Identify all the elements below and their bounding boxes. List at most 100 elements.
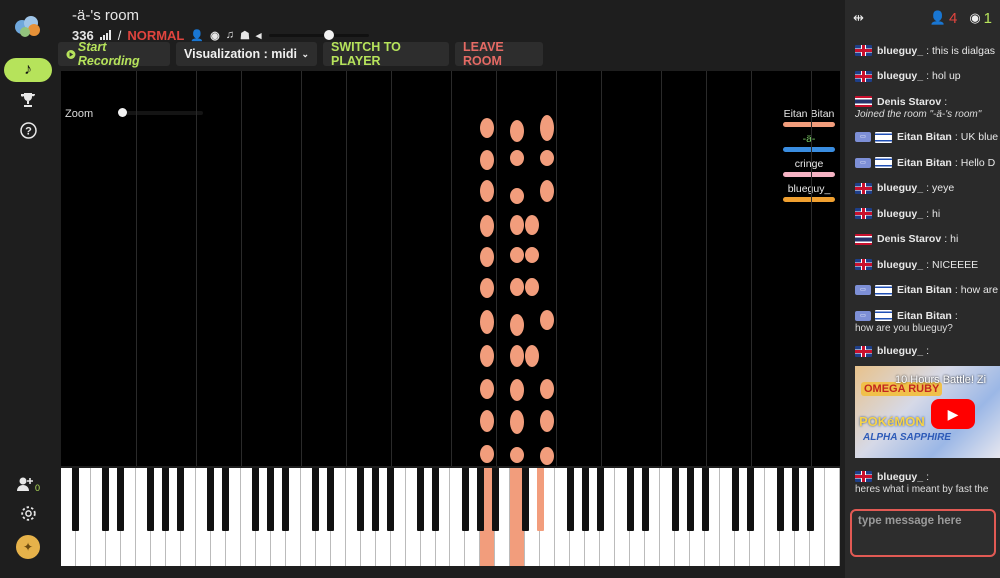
black-key[interactable]: [222, 468, 230, 531]
black-key[interactable]: [476, 468, 484, 531]
black-key[interactable]: [327, 468, 335, 531]
black-key[interactable]: [282, 468, 290, 531]
black-key[interactable]: [387, 468, 395, 531]
black-key[interactable]: [357, 468, 365, 531]
black-key[interactable]: [417, 468, 425, 531]
visualization-select[interactable]: Visualization : midi ⌄: [176, 42, 317, 66]
chat-message: ▭ Eitan Bitan: Hello D: [845, 150, 1000, 176]
chat-separator: :: [926, 258, 930, 271]
supporter-badge-icon: ▭: [855, 132, 871, 143]
black-key[interactable]: [461, 468, 469, 531]
grid-line: [496, 71, 497, 466]
black-key[interactable]: [776, 468, 784, 531]
volume-icon: ◂: [255, 29, 262, 42]
chat-username[interactable]: blueguy_: [877, 345, 923, 357]
chat-username[interactable]: Eitan Bitan: [897, 284, 952, 296]
midi-note: [480, 278, 494, 298]
black-key[interactable]: [207, 468, 215, 531]
zoom-slider[interactable]: [119, 111, 203, 115]
zoom-slider-handle[interactable]: [118, 108, 127, 117]
midi-note: [510, 314, 524, 336]
black-key[interactable]: [162, 468, 170, 531]
black-key[interactable]: [252, 468, 260, 531]
piano-keyboard[interactable]: [61, 468, 840, 566]
chat-username[interactable]: blueguy_: [877, 182, 923, 194]
chat-message: blueguy_: hol up: [845, 64, 1000, 90]
start-recording-label: Start Recording: [77, 40, 140, 68]
chat-separator: :: [926, 182, 930, 195]
chat-username[interactable]: Denis Starov: [877, 96, 941, 108]
leave-room-button[interactable]: LEAVE ROOM: [455, 40, 543, 68]
black-key[interactable]: [566, 468, 574, 531]
piano-icon[interactable]: ☗: [240, 29, 250, 42]
grid-line: [661, 71, 662, 466]
black-key[interactable]: [117, 468, 125, 531]
friends-button[interactable]: 0: [4, 472, 52, 496]
black-key[interactable]: [596, 468, 604, 531]
chat-username[interactable]: Denis Starov: [877, 233, 941, 245]
black-key[interactable]: [177, 468, 185, 531]
midi-visualization-stage: Zoom Eitan Bitan -ä- cringe blueguy_: [61, 71, 840, 466]
chat-text: this is dialgas: [932, 44, 996, 57]
chat-username[interactable]: Eitan Bitan: [897, 131, 952, 143]
black-key[interactable]: [102, 468, 110, 531]
midi-note: [480, 410, 494, 432]
chat-username[interactable]: Eitan Bitan: [897, 310, 952, 322]
chat-text: NICEEEE: [932, 258, 979, 271]
volume-slider[interactable]: [269, 29, 370, 40]
user-permission-icon[interactable]: 👤: [190, 29, 204, 42]
help-nav-button[interactable]: ?: [4, 118, 52, 142]
black-key[interactable]: [521, 468, 529, 531]
black-key[interactable]: [791, 468, 799, 531]
chat-message: Denis Starov: hi: [845, 227, 1000, 253]
black-key[interactable]: [267, 468, 275, 531]
leaderboard-nav-button[interactable]: [4, 88, 52, 112]
player-name: cringe: [794, 158, 824, 170]
app-logo[interactable]: [13, 13, 43, 39]
black-key[interactable]: [686, 468, 694, 531]
eye-icon[interactable]: ◉: [210, 29, 220, 42]
black-key[interactable]: [671, 468, 679, 531]
white-key[interactable]: [825, 468, 840, 566]
settings-button[interactable]: [4, 501, 52, 525]
chat-message: blueguy_:: [845, 339, 1000, 365]
music-nav-button[interactable]: ♪: [4, 58, 52, 82]
black-key[interactable]: [641, 468, 649, 531]
black-key[interactable]: [72, 468, 80, 531]
midi-note: [525, 345, 539, 367]
chat-separator: :: [926, 207, 930, 220]
black-key[interactable]: [312, 468, 320, 531]
user-avatar[interactable]: ✦: [16, 535, 40, 559]
chat-username[interactable]: Eitan Bitan: [897, 157, 952, 169]
youtube-embed[interactable]: OMEGA RUBY 10 Hours Battle! Zi POKéMON ALPH…: [855, 366, 1000, 458]
th-flag-icon: [855, 96, 872, 108]
th-flag-icon: [855, 233, 872, 245]
black-key[interactable]: [746, 468, 754, 531]
chat-message-input[interactable]: type message here: [850, 509, 996, 557]
chat-message: blueguy_: NICEEEE: [845, 252, 1000, 278]
chat-username[interactable]: blueguy_: [877, 45, 923, 57]
black-key[interactable]: [806, 468, 814, 531]
midi-note: [480, 445, 494, 463]
black-key[interactable]: [581, 468, 589, 531]
chat-username[interactable]: blueguy_: [877, 471, 923, 483]
start-recording-button[interactable]: Start Recording: [58, 40, 170, 68]
collapse-icon[interactable]: ⇹: [853, 10, 864, 26]
black-key[interactable]: [731, 468, 739, 531]
black-key[interactable]: [372, 468, 380, 531]
black-key[interactable]: [491, 468, 499, 531]
black-key[interactable]: [147, 468, 155, 531]
gb-flag-icon: [855, 259, 872, 271]
black-key[interactable]: [536, 468, 544, 531]
volume-slider-handle[interactable]: [324, 29, 335, 40]
midi-note: [510, 278, 524, 296]
switch-to-player-button[interactable]: SWITCH TO PLAYER: [323, 40, 449, 68]
play-icon[interactable]: ▶: [931, 399, 975, 429]
chat-username[interactable]: blueguy_: [877, 70, 923, 82]
black-key[interactable]: [626, 468, 634, 531]
black-key[interactable]: [701, 468, 709, 531]
black-key[interactable]: [432, 468, 440, 531]
sheet-music-icon[interactable]: ♫: [226, 29, 234, 41]
chat-username[interactable]: blueguy_: [877, 259, 923, 271]
chat-username[interactable]: blueguy_: [877, 208, 923, 220]
